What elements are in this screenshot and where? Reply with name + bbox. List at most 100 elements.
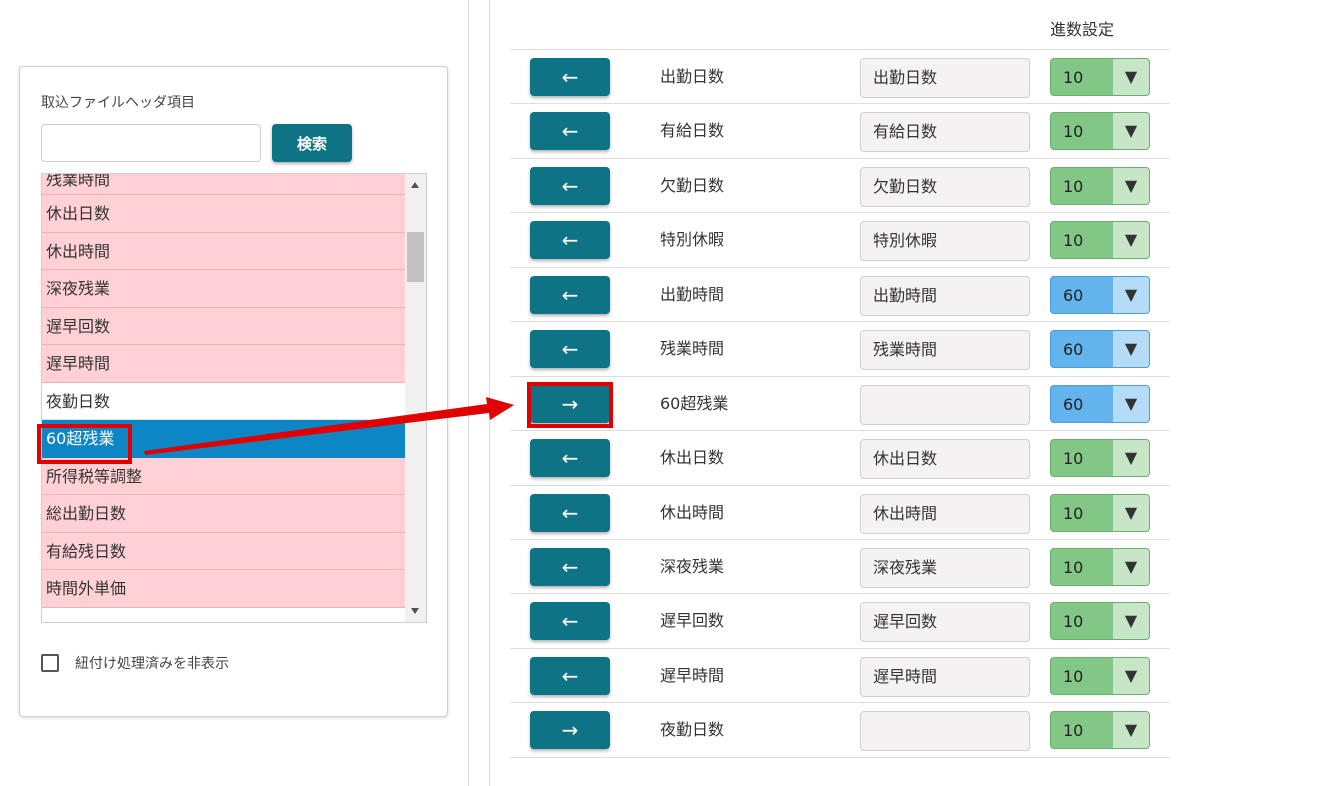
hide-processed-option[interactable]: 紐付け処理済みを非表示 [41, 653, 229, 673]
search-button[interactable]: 検索 [272, 124, 352, 162]
map-left-arrow-button[interactable]: ← [530, 112, 610, 151]
chevron-down-icon[interactable]: ▼ [1113, 59, 1149, 95]
radix-select[interactable]: 10 ▼ [1050, 166, 1150, 205]
radix-select[interactable]: 10 ▼ [1050, 602, 1150, 641]
radix-value: 10 [1063, 557, 1084, 577]
chevron-down-icon[interactable]: ▼ [1113, 331, 1149, 368]
header-list-item[interactable]: 遅早時間 [42, 345, 406, 383]
map-left-arrow-button[interactable]: ← [530, 275, 610, 314]
source-item-label: 深夜残業 [660, 556, 725, 576]
mapping-row: ← 出勤日数 出勤日数 10 ▼ [510, 50, 1170, 105]
scroll-thumb[interactable] [407, 232, 424, 282]
map-left-arrow-button[interactable]: ← [530, 58, 610, 96]
radix-select[interactable]: 60 ▼ [1050, 384, 1150, 423]
source-item-label: 夜勤日数 [660, 720, 725, 740]
radix-value: 10 [1063, 721, 1084, 741]
highlight-box-selected-item [37, 424, 132, 464]
mapped-header-field[interactable]: 遅早回数 [860, 602, 1030, 643]
header-list-item[interactable]: 夜勤日数 [42, 382, 406, 420]
header-list-item[interactable]: 有給残日数 [42, 532, 406, 570]
radix-value: 60 [1063, 340, 1084, 360]
chevron-down-icon[interactable]: ▼ [1113, 548, 1149, 585]
mapping-row: ← 出勤時間 出勤時間 60 ▼ [510, 268, 1170, 323]
hide-processed-checkbox[interactable] [41, 654, 59, 672]
radix-value: 10 [1063, 449, 1084, 469]
radix-select[interactable]: 10 ▼ [1050, 112, 1150, 151]
header-list-item[interactable]: 休出時間 [42, 232, 406, 270]
mapping-row: ← 欠勤日数 欠勤日数 10 ▼ [510, 159, 1170, 214]
chevron-down-icon[interactable]: ▼ [1113, 385, 1149, 422]
radix-select[interactable]: 60 ▼ [1050, 275, 1150, 314]
chevron-down-icon[interactable]: ▼ [1113, 712, 1149, 749]
mapped-header-field[interactable]: 特別休暇 [860, 221, 1030, 262]
mapping-row: ← 休出時間 休出時間 10 ▼ [510, 486, 1170, 540]
radix-value: 10 [1063, 122, 1084, 142]
radix-value: 10 [1063, 176, 1084, 196]
chevron-down-icon[interactable]: ▼ [1113, 494, 1149, 531]
header-list-item[interactable]: 残業時間 [42, 174, 406, 195]
radix-value: 10 [1063, 231, 1084, 251]
mapped-header-field[interactable]: 出勤日数 [860, 58, 1030, 98]
header-list-item[interactable]: 遅早回数 [42, 307, 406, 345]
mapped-header-field[interactable]: 遅早時間 [860, 656, 1030, 697]
chevron-down-icon[interactable]: ▼ [1113, 603, 1149, 640]
radix-select[interactable]: 10 ▼ [1050, 656, 1150, 695]
chevron-down-icon[interactable]: ▼ [1113, 167, 1149, 204]
radix-select[interactable]: 10 ▼ [1050, 547, 1150, 586]
mapped-header-field[interactable]: 休出日数 [860, 439, 1030, 480]
chevron-down-icon[interactable]: ▼ [1113, 440, 1149, 477]
scroll-down-arrow-icon[interactable] [411, 608, 419, 614]
hide-processed-label: 紐付け処理済みを非表示 [75, 656, 229, 672]
scroll-up-arrow-icon[interactable] [411, 182, 419, 188]
header-list-item[interactable]: 休出日数 [42, 195, 406, 233]
map-left-arrow-button[interactable]: ← [530, 602, 610, 641]
mapped-header-field[interactable]: 休出時間 [860, 493, 1030, 534]
header-item-list[interactable]: 残業時間 休出日数 休出時間 深夜残業 遅早回数 遅早時間 夜勤日数 60超残業 所得税等調整総… [41, 173, 427, 623]
mapped-header-field[interactable]: 出勤時間 [860, 275, 1030, 316]
source-item-label: 遅早回数 [660, 611, 725, 631]
mapped-header-field[interactable]: 有給日数 [860, 112, 1030, 153]
header-list-item[interactable]: 総出勤日数 [42, 495, 406, 533]
map-left-arrow-button[interactable]: ← [530, 493, 610, 532]
source-item-label: 特別休暇 [660, 230, 725, 250]
list-scrollbar[interactable] [405, 174, 426, 622]
source-item-label: 出勤日数 [660, 67, 725, 86]
map-right-arrow-button[interactable]: → [530, 711, 610, 750]
radix-select[interactable]: 10 ▼ [1050, 58, 1150, 96]
map-left-arrow-button[interactable]: ← [530, 656, 610, 695]
map-left-arrow-button[interactable]: ← [530, 330, 610, 369]
mapped-header-field[interactable]: 欠勤日数 [860, 166, 1030, 207]
mapped-header-field[interactable] [860, 711, 1030, 752]
mapped-header-field[interactable] [860, 384, 1030, 425]
radix-select[interactable]: 60 ▼ [1050, 330, 1150, 369]
radix-value: 60 [1063, 285, 1084, 305]
map-left-arrow-button[interactable]: ← [530, 547, 610, 586]
source-item-label: 遅早時間 [660, 665, 725, 685]
radix-column-header: 進数設定 [1050, 20, 1115, 39]
mapped-header-field[interactable]: 残業時間 [860, 330, 1030, 371]
chevron-down-icon[interactable]: ▼ [1113, 657, 1149, 694]
header-list-item[interactable]: 深夜残業 [42, 270, 406, 308]
radix-value: 10 [1063, 503, 1084, 523]
column-divider [468, 0, 469, 786]
radix-value: 10 [1063, 68, 1084, 87]
map-left-arrow-button[interactable]: ← [530, 166, 610, 205]
chevron-down-icon[interactable]: ▼ [1113, 276, 1149, 313]
mapping-row: ← 深夜残業 深夜残業 10 ▼ [510, 540, 1170, 595]
chevron-down-icon[interactable]: ▼ [1113, 222, 1149, 259]
chevron-down-icon[interactable]: ▼ [1113, 113, 1149, 150]
mapped-header-field[interactable]: 深夜残業 [860, 547, 1030, 588]
search-input[interactable] [41, 124, 261, 162]
mapping-row: ← 休出日数 休出日数 10 ▼ [510, 431, 1170, 486]
column-divider [489, 0, 490, 786]
map-left-arrow-button[interactable]: ← [530, 221, 610, 260]
source-item-label: 欠勤日数 [660, 175, 725, 195]
radix-select[interactable]: 10 ▼ [1050, 221, 1150, 260]
radix-select[interactable]: 10 ▼ [1050, 439, 1150, 478]
mapping-row: → 夜勤日数 10 ▼ [510, 703, 1170, 758]
radix-select[interactable]: 10 ▼ [1050, 711, 1150, 750]
map-left-arrow-button[interactable]: ← [530, 439, 610, 478]
radix-select[interactable]: 10 ▼ [1050, 493, 1150, 532]
mapping-row: ← 特別休暇 特別休暇 10 ▼ [510, 213, 1170, 268]
header-list-item[interactable]: 時間外単価 [42, 570, 406, 608]
